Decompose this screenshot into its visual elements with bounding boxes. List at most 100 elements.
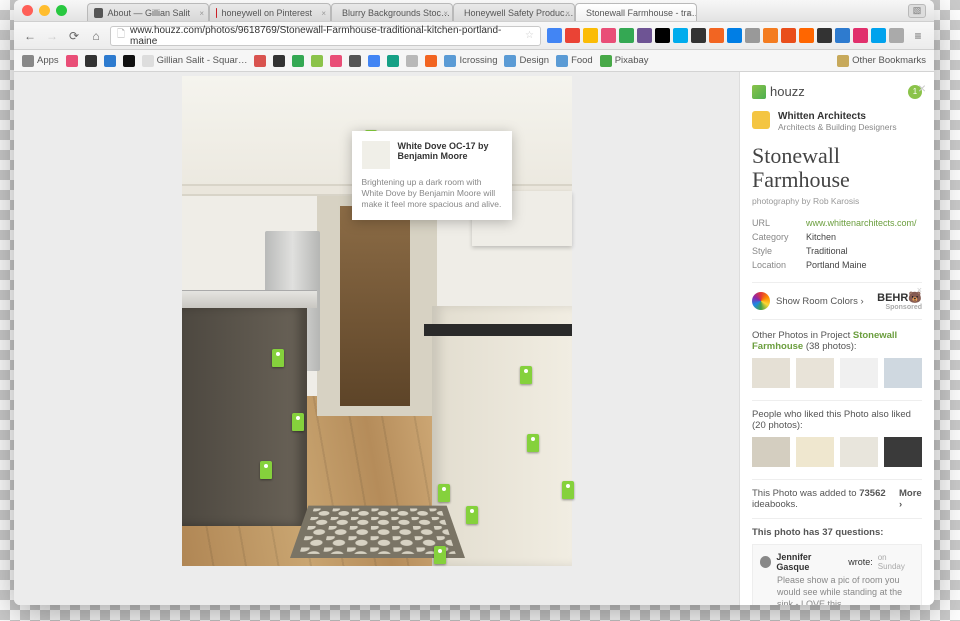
bookmark-item[interactable] (425, 55, 437, 67)
extension-icon[interactable] (673, 28, 688, 43)
tab-close-icon[interactable]: × (199, 9, 204, 18)
window-close-button[interactable] (22, 5, 33, 16)
photo-thumbnail[interactable] (884, 437, 922, 467)
back-button[interactable]: ← (22, 28, 38, 44)
product-tag-icon[interactable] (434, 546, 446, 564)
product-tag-icon[interactable] (292, 413, 304, 431)
browser-tab[interactable]: honeywell on Pinterest× (209, 3, 331, 21)
chrome-menu-button[interactable]: ≡ (910, 28, 926, 44)
meta-row: StyleTraditional (752, 244, 922, 258)
project-title: Stonewall Farmhouse (752, 144, 922, 192)
product-tag-icon[interactable] (562, 481, 574, 499)
extension-icon[interactable] (637, 28, 652, 43)
extension-icon[interactable] (889, 28, 904, 43)
bookmark-item[interactable] (66, 55, 78, 67)
extension-icon[interactable] (817, 28, 832, 43)
sidebar-close-icon[interactable]: × (918, 80, 926, 96)
ideabooks-more-link[interactable]: More › (899, 488, 922, 510)
product-popup[interactable]: White Dove OC-17 by Benjamin Moore Brigh… (352, 131, 512, 220)
home-button[interactable]: ⌂ (88, 28, 104, 44)
photo-thumbnail[interactable] (840, 358, 878, 388)
bookmark-item[interactable]: Design (504, 55, 549, 67)
bookmark-item[interactable] (406, 55, 418, 67)
tab-close-icon[interactable]: × (565, 9, 570, 18)
houzz-logo-icon (752, 85, 766, 99)
bookmark-item[interactable] (254, 55, 266, 67)
extension-icon[interactable] (727, 28, 742, 43)
other-photos-thumbs (752, 358, 922, 388)
bookmark-star-icon[interactable]: ☆ (525, 30, 534, 41)
browser-tab[interactable]: Blurry Backgrounds Stoc…× (331, 3, 453, 21)
bookmark-favicon (387, 55, 399, 67)
product-tag-icon[interactable] (272, 349, 284, 367)
product-tag-icon[interactable] (527, 434, 539, 452)
url-text: www.houzz.com/photos/9618769/Stonewall-F… (130, 25, 520, 47)
extension-icon[interactable] (547, 28, 562, 43)
extension-icon[interactable] (799, 28, 814, 43)
extension-icon[interactable] (583, 28, 598, 43)
other-bookmarks-folder[interactable]: Other Bookmarks (837, 55, 926, 67)
bookmark-item[interactable] (85, 55, 97, 67)
product-tag-icon[interactable] (466, 506, 478, 524)
product-tag-icon[interactable] (260, 461, 272, 479)
browser-tab[interactable]: Stonewall Farmhouse - tra…× (575, 3, 697, 21)
bookmark-item[interactable] (273, 55, 285, 67)
bookmark-item[interactable] (311, 55, 323, 67)
window-minimize-button[interactable] (39, 5, 50, 16)
extension-icon[interactable] (565, 28, 580, 43)
bookmark-item[interactable]: Gillian Salit - Squar… (142, 55, 248, 67)
window-maximize-button[interactable] (56, 5, 67, 16)
popup-description: Brightening up a dark room with White Do… (362, 169, 502, 210)
photo-thumbnail[interactable] (796, 437, 834, 467)
photo-thumbnail[interactable] (752, 358, 790, 388)
bookmark-item[interactable] (387, 55, 399, 67)
extension-icon[interactable] (745, 28, 760, 43)
promo-close-icon[interactable]: × (917, 285, 922, 295)
extension-icon[interactable] (655, 28, 670, 43)
bookmark-item[interactable] (292, 55, 304, 67)
bookmark-item[interactable]: Icrossing (444, 55, 497, 67)
photo-thumbnail[interactable] (840, 437, 878, 467)
tab-close-icon[interactable]: × (321, 9, 326, 18)
photo-thumbnail[interactable] (884, 358, 922, 388)
question-card[interactable]: Jennifer Gasque wrote: on Sunday Please … (752, 544, 922, 605)
extension-icon[interactable] (601, 28, 616, 43)
bookmark-favicon (406, 55, 418, 67)
kitchen-photo[interactable]: White Dove OC-17 by Benjamin Moore Brigh… (182, 76, 572, 566)
product-tag-icon[interactable] (438, 484, 450, 502)
extension-icon[interactable] (871, 28, 886, 43)
promo-row[interactable]: × Show Room Colors › BEHR🐻 Sponsored (752, 282, 922, 320)
new-tab-button[interactable]: ▧ (908, 4, 926, 18)
meta-value[interactable]: www.whittenarchitects.com/ (806, 218, 917, 228)
architect-row[interactable]: Whitten Architects Architects & Building… (752, 111, 922, 132)
bookmark-item[interactable]: Apps (22, 55, 59, 67)
extension-icon[interactable] (709, 28, 724, 43)
houzz-brand-text[interactable]: houzz (770, 84, 805, 99)
question-date: on Sunday (878, 553, 914, 571)
extension-icon[interactable] (763, 28, 778, 43)
bookmark-item[interactable]: Pixabay (600, 55, 649, 67)
extension-icon[interactable] (853, 28, 868, 43)
architect-name: Whitten Architects (778, 111, 897, 122)
browser-tab[interactable]: About — Gillian Salit× (87, 3, 209, 21)
bookmark-item[interactable] (368, 55, 380, 67)
bookmark-item[interactable] (330, 55, 342, 67)
tab-close-icon[interactable]: × (443, 9, 448, 18)
bookmark-item[interactable] (349, 55, 361, 67)
bookmark-item[interactable]: Food (556, 55, 593, 67)
extension-icon[interactable] (619, 28, 634, 43)
extension-icon[interactable] (691, 28, 706, 43)
tab-close-icon[interactable]: × (687, 9, 692, 18)
browser-tab[interactable]: Honeywell Safety Produc…× (453, 3, 575, 21)
photo-thumbnail[interactable] (752, 437, 790, 467)
product-tag-icon[interactable] (520, 366, 532, 384)
photo-thumbnail[interactable] (796, 358, 834, 388)
forward-button[interactable]: → (44, 28, 60, 44)
bookmark-item[interactable] (104, 55, 116, 67)
reload-button[interactable]: ⟳ (66, 28, 82, 44)
address-bar[interactable]: 🗋 www.houzz.com/photos/9618769/Stonewall… (110, 26, 541, 46)
extension-icon[interactable] (835, 28, 850, 43)
extension-icon[interactable] (781, 28, 796, 43)
meta-row: CategoryKitchen (752, 230, 922, 244)
bookmark-item[interactable] (123, 55, 135, 67)
